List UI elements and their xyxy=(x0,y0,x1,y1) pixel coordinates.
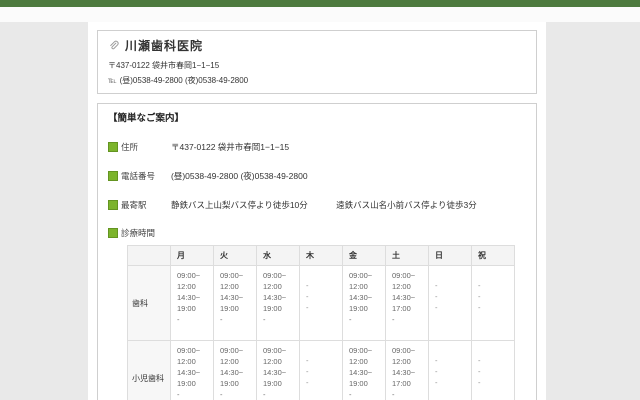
schedule-day-header: 日 xyxy=(428,245,472,266)
row-address: 住所 〒437-0122 袋井市春岡1−1−15 xyxy=(108,141,526,153)
row-phone-label: 電話番号 xyxy=(121,171,156,181)
anchor-link-icon[interactable] xyxy=(108,40,119,51)
row-phone-value: (昼)0538-49-2800 (夜)0538-49-2800 xyxy=(171,171,308,181)
schedule-cell: 09:00~ 12:00 14:30~ 19:00- xyxy=(170,340,214,400)
guide-section: 【簡単なご案内】 住所 〒437-0122 袋井市春岡1−1−15 電話番号 (… xyxy=(97,103,537,400)
clinic-phone-line: ℡ (昼)0538-49-2800 (夜)0538-49-2800 xyxy=(108,75,526,86)
clinic-header: 川瀬歯科医院 〒437-0122 袋井市春岡1−1−15 ℡ (昼)0538-49… xyxy=(97,30,537,94)
schedule-cell: --- xyxy=(428,265,472,341)
schedule-cell: 09:00~ 12:00 14:30~ 19:00- xyxy=(213,265,257,341)
row-phone: 電話番号 (昼)0538-49-2800 (夜)0538-49-2800 xyxy=(108,170,526,182)
tel-icon: ℡ xyxy=(108,76,117,85)
schedule-row: 歯科 09:00~ 12:00 14:30~ 19:00-09:00~ 12:00 14:3… xyxy=(127,265,515,341)
schedule-cell: --- xyxy=(471,265,515,341)
schedule-row: 小児歯科 09:00~ 12:00 14:30~ 19:00-09:00~ 12:00 14… xyxy=(127,340,515,400)
schedule-row-label: 小児歯科 xyxy=(127,340,171,400)
schedule-cell: 09:00~ 12:00 14:30~ 19:00- xyxy=(170,265,214,341)
schedule-day-header: 祝 xyxy=(471,245,515,266)
green-square-bullet-icon xyxy=(108,142,118,152)
schedule-day-header: 水 xyxy=(256,245,300,266)
green-square-bullet-icon xyxy=(108,200,118,210)
row-hours-label: 診療時間 xyxy=(121,228,156,238)
page-header-strip xyxy=(0,7,640,22)
clinic-name: 川瀬歯科医院 xyxy=(125,39,204,53)
clinic-phone: (昼)0538-49-2800 (夜)0538-49-2800 xyxy=(119,76,249,85)
schedule-cell: --- xyxy=(471,340,515,400)
clinic-address: 〒437-0122 袋井市春岡1−1−15 xyxy=(108,61,220,70)
schedule-cell: 09:00~ 12:00 14:30~ 17:00- xyxy=(385,340,429,400)
schedule-day-header: 金 xyxy=(342,245,386,266)
schedule-cell: 09:00~ 12:00 14:30~ 19:00- xyxy=(256,340,300,400)
green-square-bullet-icon xyxy=(108,228,118,238)
station-access-1: 静鉄バス上山梨バス停より徒歩10分 xyxy=(171,200,308,210)
schedule-table-wrap: 月火水木金土日祝歯科 09:00~ 12:00 14:30~ 19:00-09:00~ 1… xyxy=(127,245,526,400)
schedule-cell: 09:00~ 12:00 14:30~ 19:00- xyxy=(342,340,386,400)
clinic-page-card: 川瀬歯科医院 〒437-0122 袋井市春岡1−1−15 ℡ (昼)0538-49… xyxy=(88,22,546,400)
schedule-row-label: 歯科 xyxy=(127,265,171,341)
row-station-label: 最寄駅 xyxy=(121,200,147,210)
row-station-value: 静鉄バス上山梨バス停より徒歩10分 遠鉄バス山名小前バス停より徒歩3分 xyxy=(171,199,477,211)
schedule-cell: 09:00~ 12:00 14:30~ 17:00- xyxy=(385,265,429,341)
schedule-corner-cell xyxy=(127,245,171,266)
schedule-cell: 09:00~ 12:00 14:30~ 19:00- xyxy=(342,265,386,341)
schedule-day-header: 土 xyxy=(385,245,429,266)
schedule-cell: --- xyxy=(428,340,472,400)
schedule-cell: 09:00~ 12:00 14:30~ 19:00- xyxy=(213,340,257,400)
schedule-table: 月火水木金土日祝歯科 09:00~ 12:00 14:30~ 19:00-09:00~ 1… xyxy=(127,245,515,400)
schedule-day-header: 木 xyxy=(299,245,343,266)
schedule-cell: --- xyxy=(299,340,343,400)
schedule-day-header: 月 xyxy=(170,245,214,266)
row-address-label: 住所 xyxy=(121,142,139,152)
schedule-cell: --- xyxy=(299,265,343,341)
schedule-day-header: 火 xyxy=(213,245,257,266)
station-access-2: 遠鉄バス山名小前バス停より徒歩3分 xyxy=(336,200,477,210)
row-hours: 診療時間 xyxy=(108,227,526,239)
row-station: 最寄駅 静鉄バス上山梨バス停より徒歩10分 遠鉄バス山名小前バス停より徒歩3分 xyxy=(108,199,526,211)
row-address-value: 〒437-0122 袋井市春岡1−1−15 xyxy=(171,142,290,152)
site-top-bar xyxy=(0,0,640,7)
schedule-cell: 09:00~ 12:00 14:30~ 19:00- xyxy=(256,265,300,341)
guide-section-title: 【簡単なご案内】 xyxy=(108,113,185,124)
green-square-bullet-icon xyxy=(108,171,118,181)
